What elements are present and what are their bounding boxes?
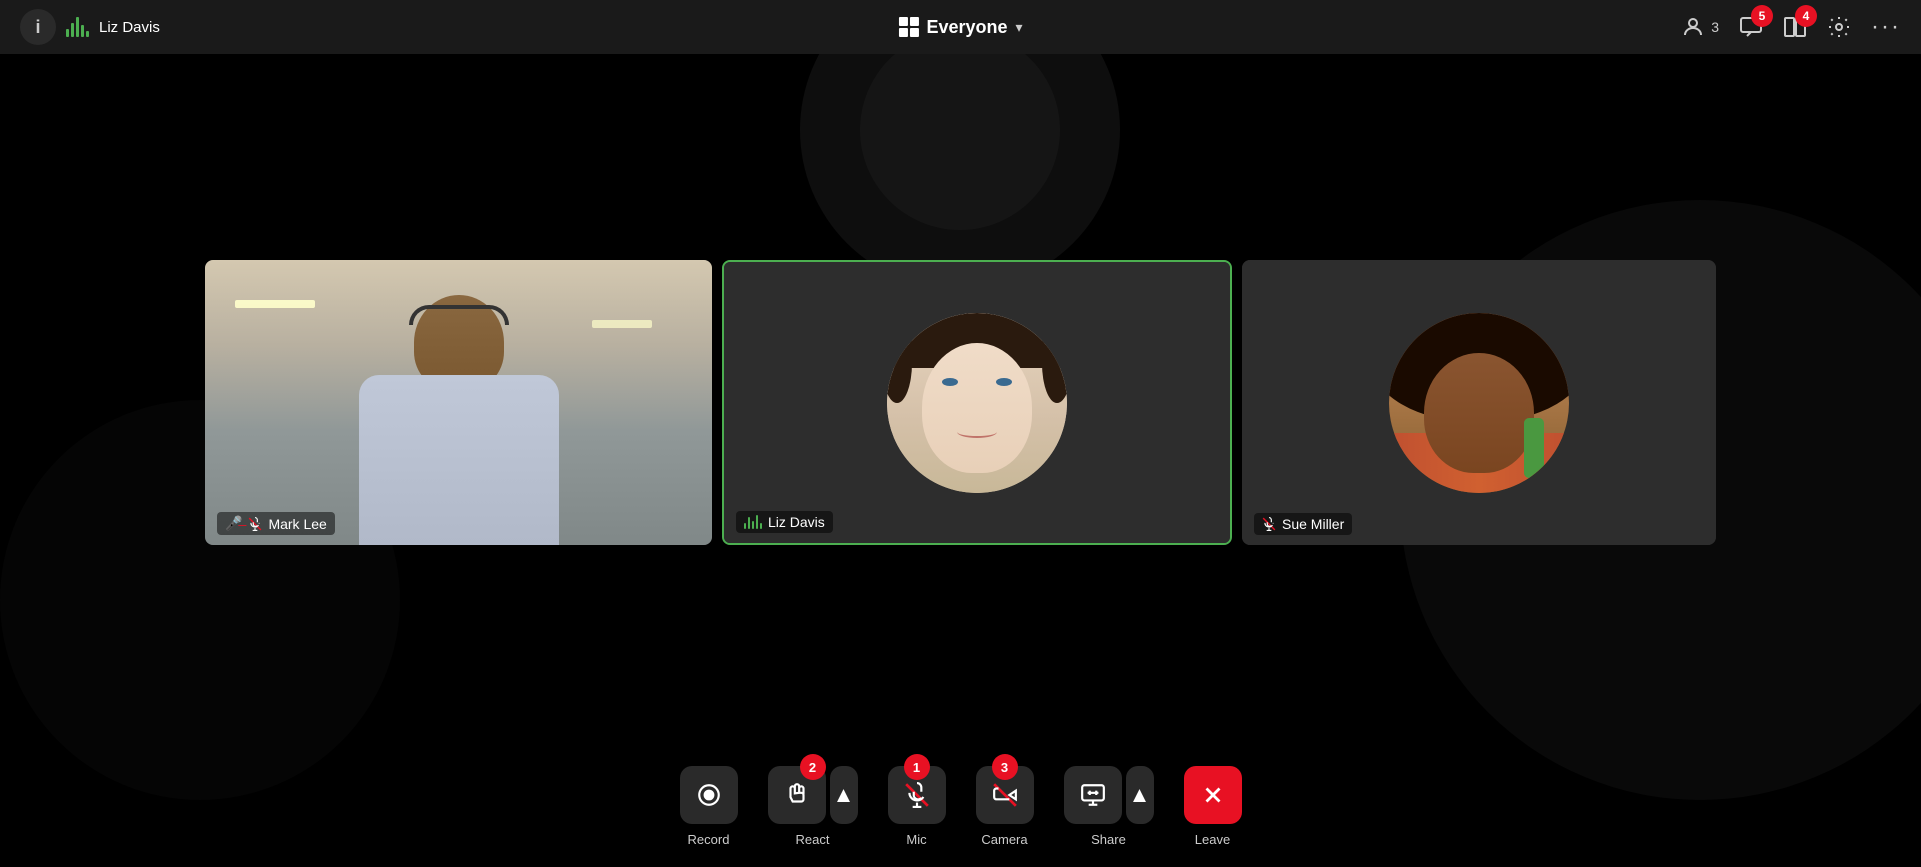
record-btn-row [680,766,738,824]
mark-lee-name: Mark Lee [268,516,326,532]
camera-label: Camera [981,832,1027,847]
liz-mouth [957,426,997,438]
react-group: 2 ▲ React [768,766,858,847]
chevron-down-icon[interactable]: ▾ [1016,19,1023,36]
video-card-mark-lee: 🎤̶ Mark Lee [205,260,712,545]
main-content: 🎤̶ Mark Lee [0,54,1921,867]
react-badge: 2 [800,754,826,780]
liz-face [887,313,1067,493]
mic-label: Mic [906,832,926,847]
settings-button[interactable] [1827,15,1851,39]
share-label: Share [1091,832,1126,847]
video-card-sue-miller: Sue Miller [1242,260,1716,545]
sb2 [748,517,750,529]
leave-btn-row [1184,766,1242,824]
liz-hair-left [887,323,912,403]
video-card-liz-davis: Liz Davis [722,260,1232,545]
mark-lee-label: 🎤̶ Mark Lee [217,512,335,535]
leave-icon [1200,782,1226,808]
react-expand-button[interactable]: ▲ [830,766,858,824]
mark-lee-video [205,260,712,545]
person-icon [1681,15,1705,39]
share-btn-row: ▲ [1064,766,1154,824]
mark-headset [409,305,509,325]
everyone-label: Everyone [926,17,1007,38]
mark-silhouette [309,295,609,545]
mic-badge: 1 [904,754,930,780]
light-left [235,300,315,308]
share-expand-button[interactable]: ▲ [1126,766,1154,824]
record-icon [696,782,722,808]
share-group: ▲ Share [1064,766,1154,847]
leave-label: Leave [1195,832,1230,847]
chat-badge: 5 [1751,5,1773,27]
sue-miller-video [1242,260,1716,545]
liz-hair-right [1042,323,1067,403]
top-bar-right: 3 5 4 ··· [1681,13,1901,41]
sue-miller-name: Sue Miller [1282,516,1344,532]
sb1 [744,523,746,529]
grid-icon [898,17,918,37]
top-bar-center[interactable]: Everyone ▾ [898,17,1022,38]
share-chevron-icon: ▲ [1129,782,1151,808]
liz-eye-right [996,378,1012,386]
leave-group: Leave [1184,766,1242,847]
panels-button[interactable]: 4 [1783,15,1807,39]
participants-button[interactable]: 3 [1681,15,1719,39]
react-label: React [796,832,830,847]
sue-avatar [1389,313,1569,493]
mic-group: 1 Mic [888,766,946,847]
sue-miller-label: Sue Miller [1254,513,1352,535]
liz-face-oval [922,343,1032,473]
info-button[interactable]: i [20,9,56,45]
liz-eye-left [942,378,958,386]
sb5 [760,523,762,529]
share-icon [1080,782,1106,808]
react-chevron-icon: ▲ [833,782,855,808]
more-options-button[interactable]: ··· [1871,13,1901,41]
record-group: Record [680,766,738,847]
audio-bar-2 [71,23,74,37]
current-user-name: Liz Davis [99,19,160,36]
share-button[interactable] [1064,766,1122,824]
sb4 [756,515,758,529]
mic-muted-icon [904,782,930,808]
record-label: Record [688,832,730,847]
top-bar: i Liz Davis Everyone ▾ 3 [0,0,1921,54]
sue-mute-icon [1262,517,1276,531]
chat-button[interactable]: 5 [1739,15,1763,39]
react-icon [784,782,810,808]
top-bar-left: i Liz Davis [20,9,160,45]
sue-face-oval [1424,353,1534,473]
participant-count: 3 [1711,19,1719,35]
sue-face [1389,313,1569,493]
liz-davis-label: Liz Davis [736,511,833,533]
sue-headset [1524,418,1544,478]
audio-bar-5 [86,31,89,37]
panels-badge: 4 [1795,5,1817,27]
liz-davis-video [724,262,1230,543]
camera-group: 3 Camera [976,766,1034,847]
mark-muted-icon: 🎤̶ [225,515,242,532]
audio-bar-1 [66,29,69,37]
leave-button[interactable] [1184,766,1242,824]
liz-speaking-bars [744,515,762,529]
gear-icon [1827,15,1851,39]
camera-badge: 3 [992,754,1018,780]
mark-mute-icon [248,517,262,531]
toolbar: Record 2 ▲ React 1 [0,751,1921,867]
video-grid: 🎤̶ Mark Lee [0,54,1921,751]
record-button[interactable] [680,766,738,824]
liz-avatar [887,313,1067,493]
audio-bar-3 [76,17,79,37]
mark-body [359,375,559,545]
audio-bar-4 [81,25,84,37]
camera-muted-icon [992,782,1018,808]
liz-davis-name: Liz Davis [768,514,825,530]
sb3 [752,521,754,529]
audio-bars [66,17,89,37]
ellipsis-icon: ··· [1871,13,1901,41]
